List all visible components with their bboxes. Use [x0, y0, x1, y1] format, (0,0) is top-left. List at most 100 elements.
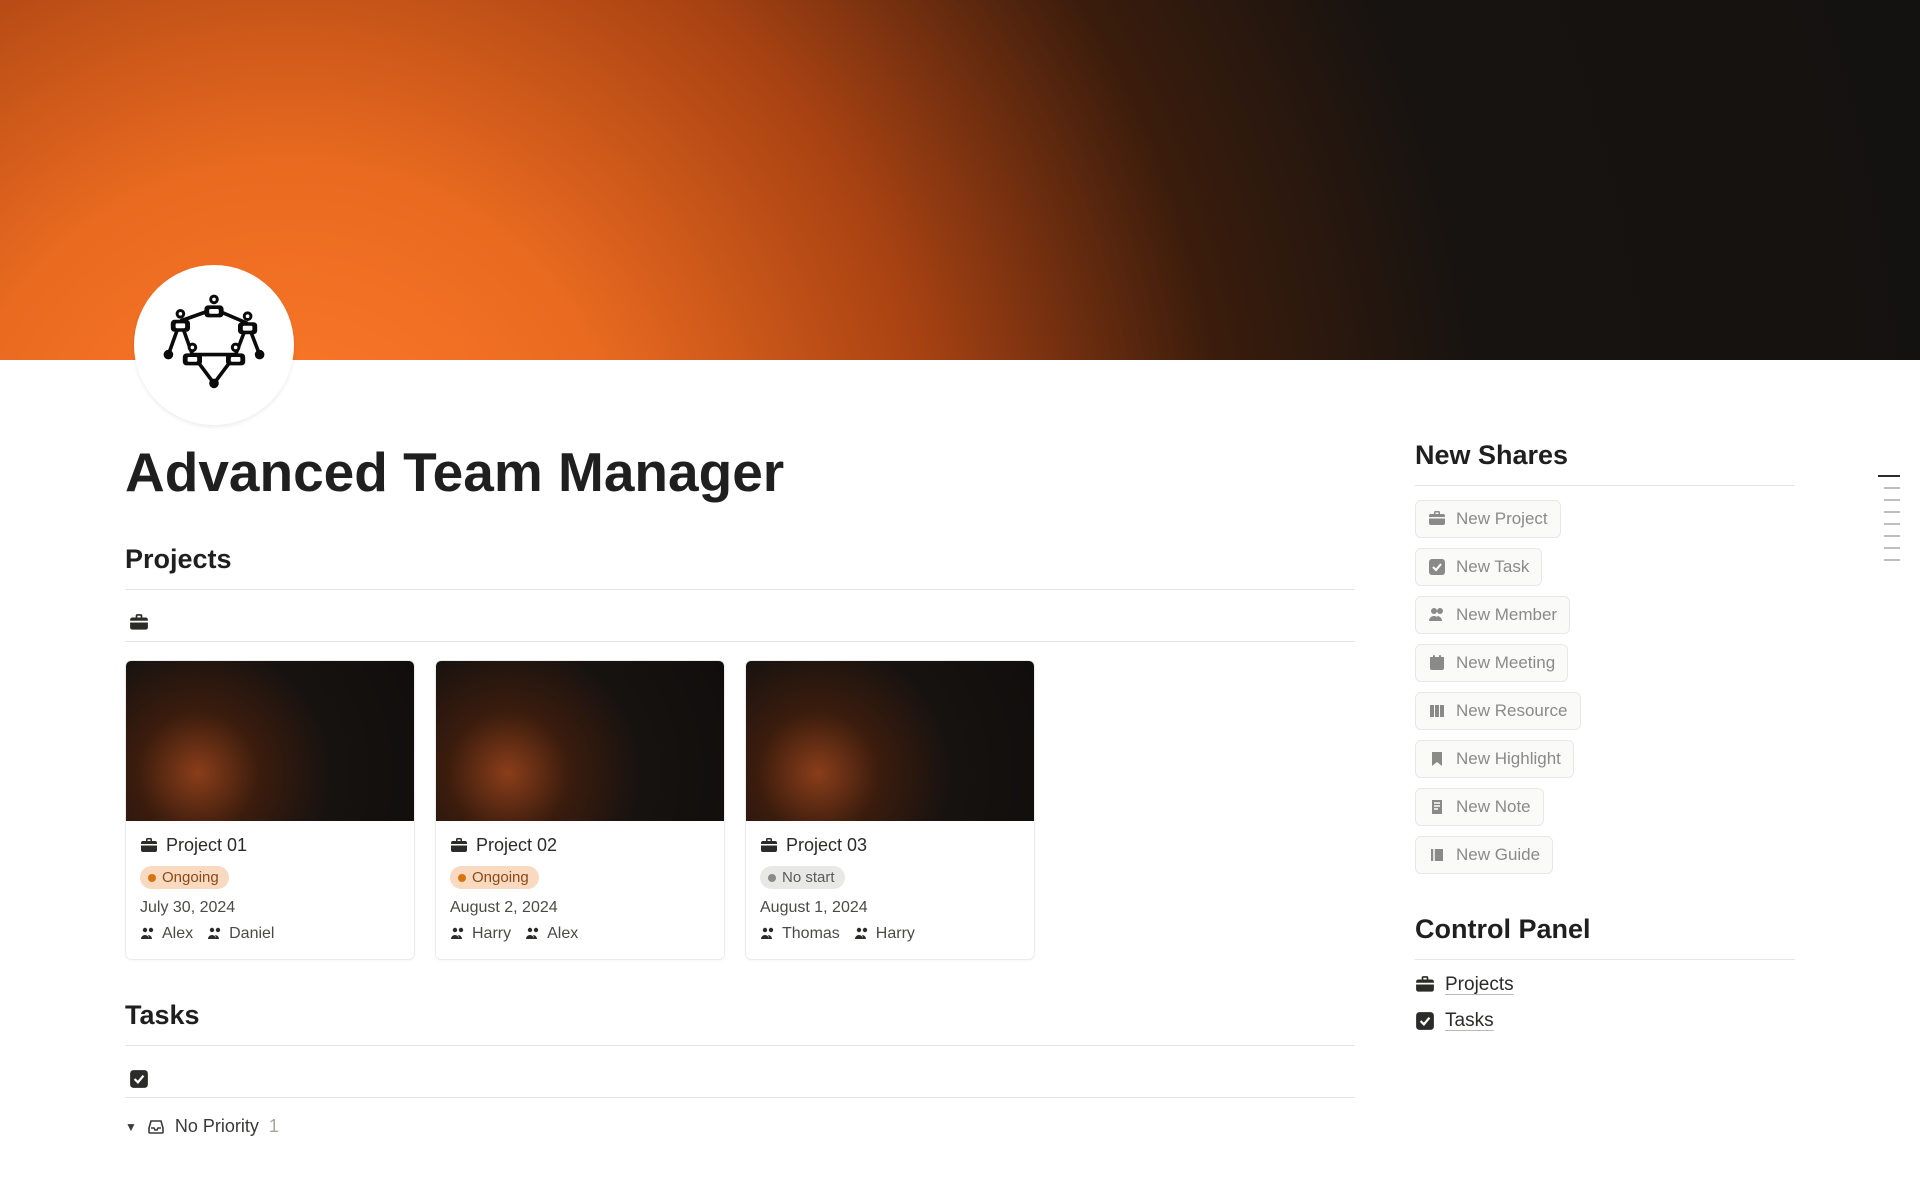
- project-member: Harry: [450, 925, 511, 943]
- button-label: New Project: [1456, 509, 1548, 529]
- people-icon: [525, 926, 541, 942]
- new-shares-list: New Project New Task New Member New Meet…: [1415, 500, 1795, 874]
- button-label: New Task: [1456, 557, 1529, 577]
- outline-line[interactable]: [1884, 547, 1900, 549]
- bookmark-icon: [1428, 750, 1446, 768]
- new-task-button[interactable]: New Task: [1415, 548, 1542, 586]
- member-name: Harry: [472, 925, 511, 943]
- briefcase-icon: [140, 837, 158, 855]
- divider: [125, 589, 1355, 590]
- member-name: Daniel: [229, 925, 274, 943]
- project-date: August 1, 2024: [760, 899, 1020, 917]
- status-badge: No start: [760, 866, 845, 889]
- new-project-button[interactable]: New Project: [1415, 500, 1561, 538]
- project-members: Harry Alex: [450, 925, 710, 943]
- tasks-view-tabs[interactable]: [125, 1060, 1355, 1098]
- resource-icon: [1428, 702, 1446, 720]
- project-date: August 2, 2024: [450, 899, 710, 917]
- outline-line[interactable]: [1884, 487, 1900, 489]
- check-icon: [1415, 1011, 1435, 1031]
- members-icon: [1428, 606, 1446, 624]
- project-member: Alex: [525, 925, 578, 943]
- check-icon: [129, 1069, 149, 1089]
- button-label: New Highlight: [1456, 749, 1561, 769]
- member-name: Harry: [876, 925, 915, 943]
- outline-line[interactable]: [1884, 523, 1900, 525]
- projects-heading: Projects: [125, 544, 1355, 575]
- network-people-icon: [154, 285, 274, 405]
- briefcase-icon: [129, 613, 149, 633]
- people-icon: [450, 926, 466, 942]
- button-label: New Resource: [1456, 701, 1568, 721]
- project-cover: [746, 661, 1034, 821]
- calendar-icon: [1428, 654, 1446, 672]
- control-panel-heading: Control Panel: [1415, 914, 1795, 945]
- collapse-triangle-icon: ▼: [125, 1120, 137, 1134]
- button-label: New Member: [1456, 605, 1557, 625]
- outline-line[interactable]: [1878, 475, 1900, 477]
- new-highlight-button[interactable]: New Highlight: [1415, 740, 1574, 778]
- outline-line[interactable]: [1884, 511, 1900, 513]
- project-card[interactable]: Project 01 Ongoing July 30, 2024 Alex Da…: [125, 660, 415, 960]
- people-icon: [854, 926, 870, 942]
- status-label: No start: [782, 869, 835, 886]
- status-dot-icon: [148, 874, 156, 882]
- control-panel-item-projects[interactable]: Projects: [1415, 974, 1795, 996]
- divider: [125, 1045, 1355, 1046]
- tasks-group-header[interactable]: ▼ No Priority 1: [125, 1116, 1355, 1137]
- page-icon[interactable]: [134, 265, 294, 425]
- project-member: Thomas: [760, 925, 840, 943]
- button-label: New Note: [1456, 797, 1531, 817]
- button-label: New Guide: [1456, 845, 1540, 865]
- outline-line[interactable]: [1884, 535, 1900, 537]
- check-icon: [1428, 558, 1446, 576]
- outline-line[interactable]: [1884, 559, 1900, 561]
- people-icon: [760, 926, 776, 942]
- status-label: Ongoing: [472, 869, 529, 886]
- new-resource-button[interactable]: New Resource: [1415, 692, 1581, 730]
- project-cover: [436, 661, 724, 821]
- divider: [1415, 959, 1795, 960]
- status-dot-icon: [458, 874, 466, 882]
- page-title: Advanced Team Manager: [125, 440, 1355, 504]
- button-label: New Meeting: [1456, 653, 1555, 673]
- status-badge: Ongoing: [140, 866, 229, 889]
- project-cards: Project 01 Ongoing July 30, 2024 Alex Da…: [125, 660, 1355, 960]
- group-label: No Priority: [175, 1116, 259, 1137]
- project-cover: [126, 661, 414, 821]
- new-meeting-button[interactable]: New Meeting: [1415, 644, 1568, 682]
- project-member: Alex: [140, 925, 193, 943]
- briefcase-icon: [760, 837, 778, 855]
- project-card[interactable]: Project 03 No start August 1, 2024 Thoma…: [745, 660, 1035, 960]
- briefcase-icon: [1415, 975, 1435, 995]
- status-badge: Ongoing: [450, 866, 539, 889]
- briefcase-icon: [1428, 510, 1446, 528]
- project-title: Project 01: [166, 835, 247, 856]
- divider: [1415, 485, 1795, 486]
- control-panel-list: Projects Tasks: [1415, 974, 1795, 1032]
- project-title: Project 02: [476, 835, 557, 856]
- people-icon: [140, 926, 156, 942]
- status-label: Ongoing: [162, 869, 219, 886]
- inbox-icon: [147, 1118, 165, 1136]
- project-member: Daniel: [207, 925, 274, 943]
- tasks-heading: Tasks: [125, 1000, 1355, 1031]
- people-icon: [207, 926, 223, 942]
- member-name: Alex: [547, 925, 578, 943]
- outline-line[interactable]: [1884, 499, 1900, 501]
- status-dot-icon: [768, 874, 776, 882]
- member-name: Thomas: [782, 925, 840, 943]
- control-panel-label: Projects: [1445, 974, 1514, 996]
- new-member-button[interactable]: New Member: [1415, 596, 1570, 634]
- project-members: Thomas Harry: [760, 925, 1020, 943]
- page-outline[interactable]: [1872, 475, 1900, 561]
- project-card[interactable]: Project 02 Ongoing August 2, 2024 Harry …: [435, 660, 725, 960]
- member-name: Alex: [162, 925, 193, 943]
- projects-view-tabs[interactable]: [125, 604, 1355, 642]
- new-guide-button[interactable]: New Guide: [1415, 836, 1553, 874]
- briefcase-icon: [450, 837, 468, 855]
- control-panel-item-tasks[interactable]: Tasks: [1415, 1010, 1795, 1032]
- project-member: Harry: [854, 925, 915, 943]
- new-note-button[interactable]: New Note: [1415, 788, 1544, 826]
- control-panel-label: Tasks: [1445, 1010, 1494, 1032]
